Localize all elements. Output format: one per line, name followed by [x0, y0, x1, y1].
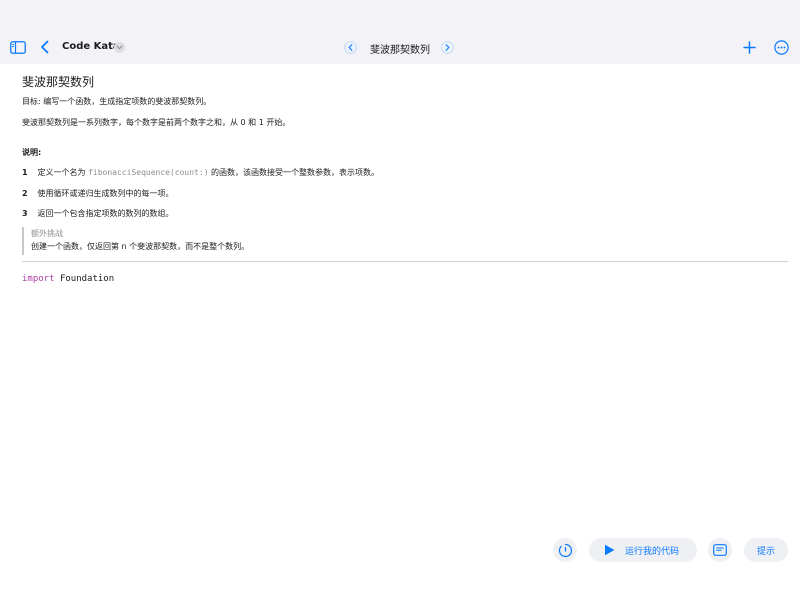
text-page-icon — [713, 544, 727, 556]
previous-page-button[interactable] — [344, 41, 357, 54]
step-text: 的函数，该函数接受一个整数参数，表示项数。 — [208, 168, 380, 177]
code-keyword: import — [22, 274, 55, 284]
add-button[interactable] — [741, 39, 757, 55]
lesson-goal: 目标: 编写一个函数，生成指定项数的斐波那契数列。 — [22, 97, 212, 106]
step-number: 3 — [22, 209, 28, 218]
documentation-button[interactable] — [708, 538, 732, 562]
chevron-left-icon — [40, 40, 48, 54]
instruction-step: 1 定义一个名为 fibonacciSequence(count:) 的函数，该… — [22, 167, 379, 178]
back-button[interactable] — [38, 38, 50, 56]
notes-heading: 说明: — [22, 148, 42, 157]
timer-icon — [558, 543, 572, 557]
bonus-challenge-callout: 额外挑战 创建一个函数，仅返回第 n 个斐波那契数，而不是整个数列。 — [22, 227, 249, 255]
next-page-button[interactable] — [441, 41, 454, 54]
lesson-heading: 斐波那契数列 — [22, 75, 95, 89]
inline-code: fibonacciSequence(count:) — [88, 168, 209, 177]
ellipsis-circle-icon — [773, 39, 789, 55]
challenge-body: 创建一个函数，仅返回第 n 个斐波那契数，而不是整个数列。 — [31, 242, 250, 251]
sidebar-toggle-icon[interactable] — [10, 40, 26, 54]
app-title: Code Kata — [62, 41, 120, 52]
run-code-label: 运行我的代码 — [625, 546, 680, 557]
play-icon — [604, 544, 616, 556]
top-chrome: Code Kata 斐波那契数列 — [0, 0, 800, 64]
editor-divider — [22, 261, 788, 262]
chevron-down-icon — [116, 45, 123, 50]
chevron-left-icon — [348, 44, 353, 51]
step-text: 使用循环或递归生成数列中的每一项。 — [37, 189, 174, 198]
code-module: Foundation — [59, 274, 115, 284]
toolbar: Code Kata 斐波那契数列 — [0, 30, 800, 66]
step-number: 2 — [22, 189, 28, 198]
step-text: 返回一个包含指定项数的数列的数组。 — [37, 209, 174, 218]
challenge-title: 额外挑战 — [31, 229, 63, 238]
code-editor-line[interactable]: import Foundation — [22, 274, 114, 284]
instruction-step: 3 返回一个包含指定项数的数列的数组。 — [22, 208, 174, 219]
run-code-button[interactable]: 运行我的代码 — [589, 538, 697, 562]
instruction-step: 2 使用循环或递归生成数列中的每一项。 — [22, 188, 174, 199]
hint-button[interactable]: 提示 — [744, 538, 788, 562]
plus-icon — [742, 40, 756, 54]
lesson-intro: 斐波那契数列是一系列数字，每个数字是前两个数字之和，从 0 和 1 开始。 — [22, 118, 291, 127]
chevron-right-icon — [445, 44, 450, 51]
more-options-button[interactable] — [773, 39, 789, 55]
page-title: 斐波那契数列 — [370, 45, 430, 56]
title-menu-button[interactable] — [114, 42, 125, 53]
step-number: 1 — [22, 168, 28, 177]
step-text: 定义一个名为 — [37, 168, 89, 177]
timer-button[interactable] — [553, 538, 577, 562]
